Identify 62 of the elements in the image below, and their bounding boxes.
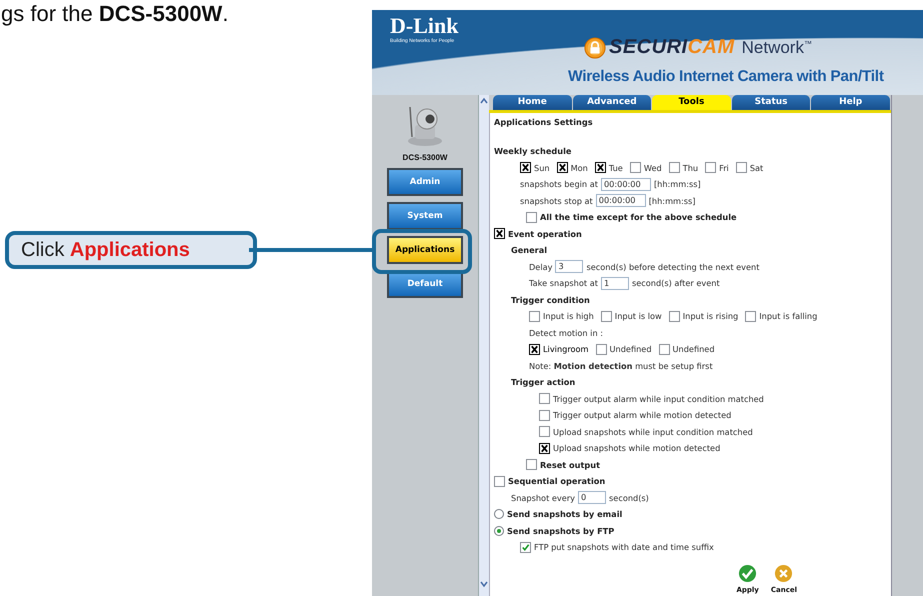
checkbox-label: Wed [644, 162, 662, 173]
product-suffix: Network$^{™}$ [742, 38, 812, 58]
checkbox-label: Sequential operation [508, 476, 606, 486]
checkbox-label: Input is rising [682, 311, 738, 322]
radio-label: Send snapshots by FTP [507, 526, 614, 536]
field-suffix: second(s) before detecting the next event [586, 262, 760, 272]
time-input-field[interactable]: 00:00:00 [596, 194, 646, 208]
field-label: snapshots begin at [520, 179, 598, 190]
radio-label: Send snapshots by email [507, 509, 622, 520]
seconds-input-field[interactable]: 3 [555, 260, 584, 274]
nav-tab[interactable]: Help [811, 95, 890, 110]
page-heading: gs for the DCS-5300W. [1, 0, 230, 27]
checkbox-label: Upload snapshots while motion detected [553, 443, 720, 454]
nav-tab[interactable]: Status [732, 95, 810, 110]
format-hint: [hh:mm:ss] [654, 179, 701, 190]
checkbox-label: Tue [608, 162, 623, 173]
sidebar-button[interactable]: Admin [387, 168, 463, 196]
format-hint: [hh:mm:ss] [648, 196, 696, 206]
checkbox-label: Trigger output alarm while motion detected [553, 410, 732, 420]
group-heading: Trigger action [511, 377, 576, 388]
checkbox-label: Input is high [543, 311, 594, 322]
note-text: Note: Motion detection must be setup first [529, 360, 713, 371]
nav-tab[interactable]: Home [493, 95, 572, 110]
checkbox-label: Undefined [672, 344, 715, 354]
brand-logo: D-Link [390, 14, 458, 38]
field-label: Take snapshot at [529, 278, 598, 288]
checkbox-label: Livingroom [543, 344, 589, 354]
checkbox-label: All the time except for the above schedule [540, 212, 737, 222]
group-heading: Weekly schedule [494, 146, 572, 156]
checkbox-label: Reset output [540, 460, 600, 470]
checkbox-label: Fri [719, 162, 729, 173]
checkbox-label: Event operation [508, 228, 582, 239]
checkbox-label: Mon [570, 162, 588, 173]
checkbox-label: Input is falling [759, 311, 818, 322]
seconds-input-field[interactable]: 0 [578, 491, 606, 504]
product-name: SECURICAM [609, 36, 735, 59]
checkbox-label: FTP put snapshots with date and time suffix [534, 542, 714, 552]
section-title: Applications Settings [494, 116, 594, 129]
time-input-field[interactable]: 00:00:00 [600, 178, 651, 191]
checkbox-label: Sun [534, 162, 550, 173]
checkbox-label: Upload snapshots while input condition matched [553, 426, 753, 437]
checkbox-label: Undefined [610, 344, 652, 354]
nav-tab[interactable]: Tools [652, 95, 731, 110]
model-label: DCS-5300W [402, 153, 448, 162]
sidebar-button[interactable]: Applications [387, 236, 463, 264]
group-heading: General [511, 245, 548, 256]
callout-text: Click Applications [21, 238, 190, 262]
field-label: snapshots stop at [520, 196, 593, 206]
field-label: Delay [529, 262, 552, 272]
field-label: Detect motion in : [529, 328, 603, 338]
field-suffix: second(s) [609, 492, 649, 503]
checkbox-label: Sat [750, 162, 764, 173]
group-heading: Trigger condition [511, 294, 590, 305]
sidebar-button[interactable]: System [387, 202, 463, 230]
nav-tab[interactable]: Advanced [572, 95, 652, 110]
checkbox-label: Thu [682, 162, 698, 173]
product-subtitle: Wireless Audio Internet Camera with Pan/Tilt [568, 68, 884, 86]
field-suffix: second(s) after event [632, 278, 720, 288]
seconds-input-field[interactable]: 1 [600, 276, 629, 290]
checkbox-label: Trigger output alarm while input condition matched [553, 394, 764, 404]
checkbox-label: Input is low [614, 311, 662, 322]
field-label: Snapshot every [511, 492, 576, 503]
